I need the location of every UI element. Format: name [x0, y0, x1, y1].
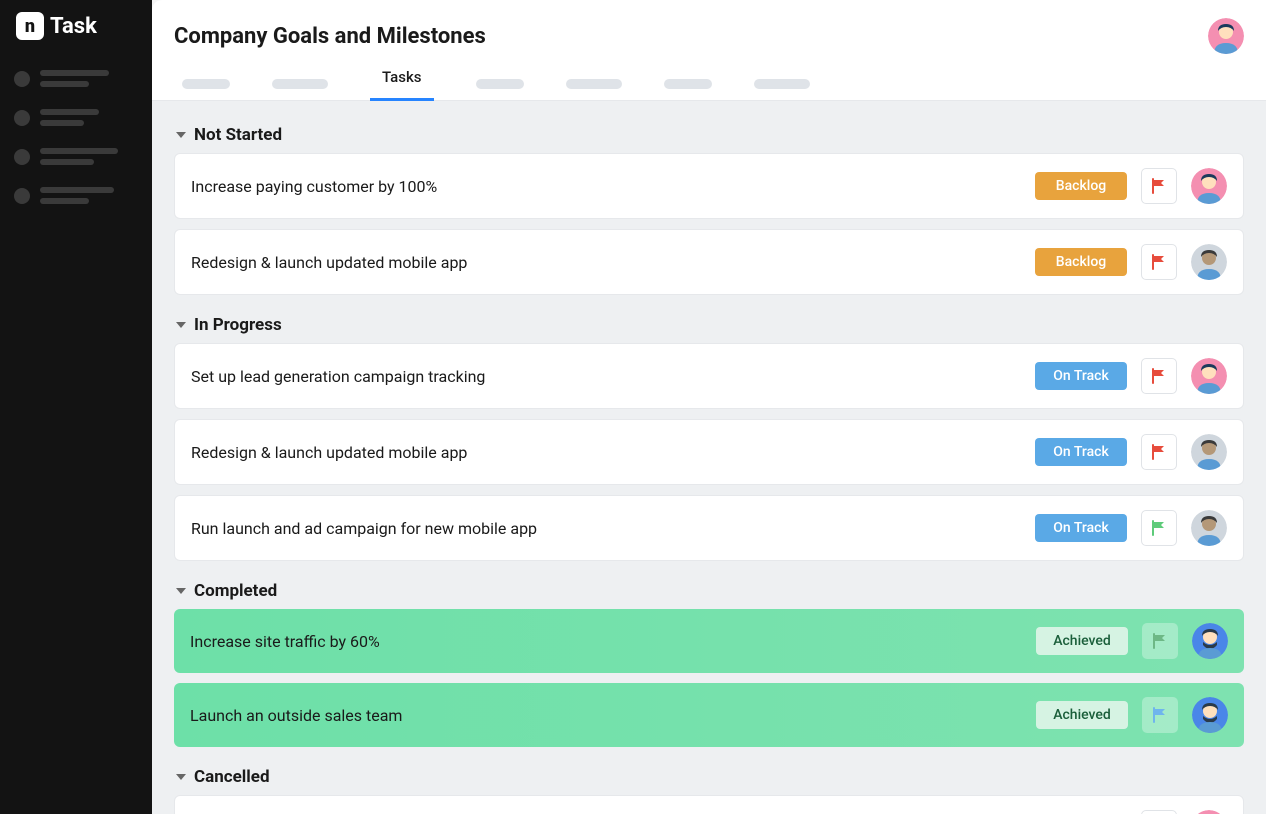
section-header[interactable]: Cancelled: [174, 759, 1244, 795]
status-badge[interactable]: On Track: [1035, 514, 1127, 542]
main-content: Company Goals and Milestones Tasks Not S…: [152, 0, 1266, 814]
assignee-avatar[interactable]: [1191, 244, 1227, 280]
task-row[interactable]: Receive >95% positive customer reviews i…: [174, 795, 1244, 814]
assignee-avatar[interactable]: [1191, 510, 1227, 546]
chevron-down-icon: [176, 588, 186, 594]
status-badge[interactable]: On Track: [1035, 362, 1127, 390]
task-title: Increase site traffic by 60%: [190, 632, 1022, 651]
assignee-avatar[interactable]: [1191, 434, 1227, 470]
app-name: Task: [50, 14, 97, 39]
priority-flag-button[interactable]: [1141, 358, 1177, 394]
priority-flag-button[interactable]: [1141, 434, 1177, 470]
task-row[interactable]: Launch an outside sales team Achieved: [174, 683, 1244, 747]
status-badge[interactable]: Backlog: [1035, 248, 1127, 276]
assignee-avatar[interactable]: [1191, 810, 1227, 814]
logo-mark-icon: n: [16, 12, 44, 40]
section-title: In Progress: [194, 315, 282, 335]
section-title: Not Started: [194, 125, 282, 145]
priority-flag-button[interactable]: [1142, 697, 1178, 733]
assignee-avatar[interactable]: [1191, 168, 1227, 204]
section-header[interactable]: In Progress: [174, 307, 1244, 343]
task-row[interactable]: Set up lead generation campaign tracking…: [174, 343, 1244, 409]
assignee-avatar[interactable]: [1191, 358, 1227, 394]
chevron-down-icon: [176, 774, 186, 780]
task-row[interactable]: Redesign & launch updated mobile app Bac…: [174, 229, 1244, 295]
chevron-down-icon: [176, 322, 186, 328]
status-badge[interactable]: On Track: [1035, 438, 1127, 466]
header: Company Goals and Milestones Tasks: [152, 0, 1266, 101]
chevron-down-icon: [176, 132, 186, 138]
app-logo[interactable]: n Task: [0, 0, 152, 52]
sidebar-item-placeholder[interactable]: [14, 148, 138, 165]
status-badge[interactable]: Achieved: [1036, 701, 1128, 729]
task-title: Launch an outside sales team: [190, 706, 1022, 725]
tab-tasks[interactable]: Tasks: [370, 68, 434, 101]
tabs: Tasks: [174, 68, 1244, 100]
user-avatar[interactable]: [1208, 18, 1244, 54]
tab-placeholder[interactable]: [272, 79, 328, 89]
tab-placeholder[interactable]: [754, 79, 810, 89]
priority-flag-button[interactable]: [1142, 623, 1178, 659]
tab-placeholder[interactable]: [476, 79, 524, 89]
priority-flag-button[interactable]: [1141, 244, 1177, 280]
section-header[interactable]: Completed: [174, 573, 1244, 609]
task-row[interactable]: Increase paying customer by 100% Backlog: [174, 153, 1244, 219]
task-title: Set up lead generation campaign tracking: [191, 367, 1021, 386]
assignee-avatar[interactable]: [1192, 697, 1228, 733]
sidebar-item-placeholder[interactable]: [14, 187, 138, 204]
tab-placeholder[interactable]: [566, 79, 622, 89]
sidebar-nav: [0, 52, 152, 222]
assignee-avatar[interactable]: [1192, 623, 1228, 659]
priority-flag-button[interactable]: [1141, 168, 1177, 204]
sidebar-item-placeholder[interactable]: [14, 70, 138, 87]
priority-flag-button[interactable]: [1141, 510, 1177, 546]
task-row[interactable]: Redesign & launch updated mobile app On …: [174, 419, 1244, 485]
task-title: Redesign & launch updated mobile app: [191, 443, 1021, 462]
section-header[interactable]: Not Started: [174, 117, 1244, 153]
section-title: Completed: [194, 581, 277, 601]
priority-flag-button[interactable]: [1141, 810, 1177, 814]
section-title: Cancelled: [194, 767, 270, 787]
task-row[interactable]: Increase site traffic by 60% Achieved: [174, 609, 1244, 673]
task-list: Not Started Increase paying customer by …: [152, 101, 1266, 814]
task-row[interactable]: Run launch and ad campaign for new mobil…: [174, 495, 1244, 561]
task-title: Redesign & launch updated mobile app: [191, 253, 1021, 272]
status-badge[interactable]: Achieved: [1036, 627, 1128, 655]
sidebar: n Task: [0, 0, 152, 814]
tab-placeholder[interactable]: [664, 79, 712, 89]
status-badge[interactable]: Backlog: [1035, 172, 1127, 200]
sidebar-item-placeholder[interactable]: [14, 109, 138, 126]
tab-placeholder[interactable]: [182, 79, 230, 89]
task-title: Increase paying customer by 100%: [191, 177, 1021, 196]
page-title: Company Goals and Milestones: [174, 24, 486, 49]
task-title: Run launch and ad campaign for new mobil…: [191, 519, 1021, 538]
